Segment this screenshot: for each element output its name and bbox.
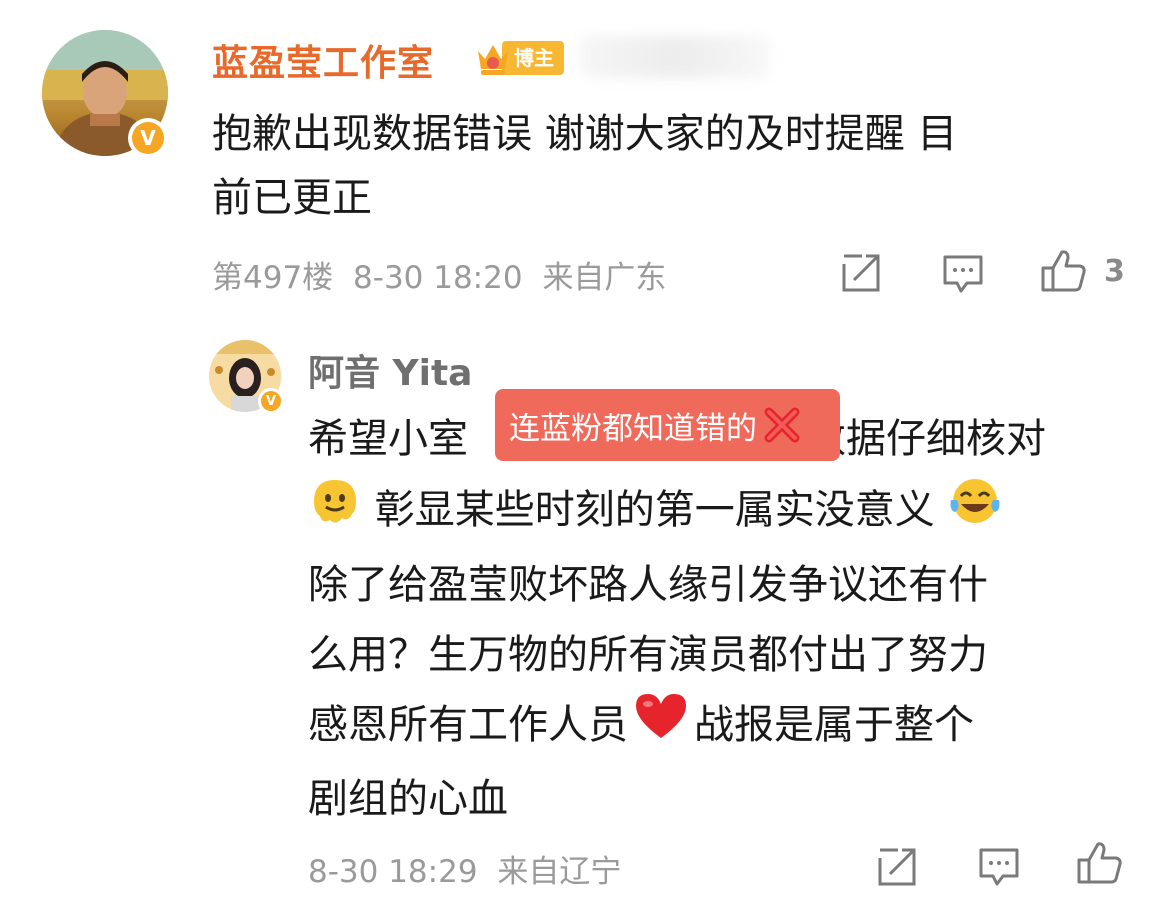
- reply-text-line: 彰显某些时刻的第一属实没意义: [308, 474, 1128, 550]
- reply-text-line: 剧组的心血: [308, 776, 508, 822]
- reply-text-segment: 希望小室: [308, 416, 468, 462]
- melting-face-emoji-icon: [308, 474, 362, 550]
- comment-icon[interactable]: [941, 253, 985, 295]
- overlay-label: 连蓝粉都知道错的: [509, 410, 757, 447]
- comment-meta: 第497楼 8-30 18:20 来自广东: [212, 252, 666, 297]
- cross-mark-icon: [763, 406, 801, 444]
- reply-time: 8-30 18:29: [308, 854, 478, 890]
- reply-text-segment: 感恩所有工作人员: [308, 702, 628, 748]
- like-count: 3: [1104, 254, 1125, 289]
- like-icon[interactable]: [1076, 840, 1124, 886]
- verified-badge-icon: V: [128, 118, 168, 158]
- crown-icon: [474, 39, 508, 77]
- comment-text: 抱歉出现数据错误 谢谢大家的及时提醒 目 前已更正: [212, 102, 1112, 230]
- reply-text-segment: 数据仔细核对: [806, 416, 1046, 462]
- reply-username[interactable]: 阿音 Yita: [308, 344, 472, 396]
- annotation-overlay: 连蓝粉都知道错的: [495, 389, 840, 461]
- reply-text-line: 么用？生万物的所有演员都付出了努力: [308, 632, 988, 678]
- share-icon[interactable]: [876, 846, 918, 888]
- comment-text-line: 前已更正: [212, 175, 372, 221]
- reply-meta: 8-30 18:29 来自辽宁: [308, 846, 621, 891]
- blurred-region: [580, 36, 770, 78]
- reply-text-line: 感恩所有工作人员 战报是属于整个: [308, 690, 1128, 764]
- blogger-badge: 博主: [474, 38, 564, 78]
- reply-text: 希望小室 数据仔细核对 彰显某些时刻的第一属实没意义 除了给盈莹败坏路人缘引发争议…: [308, 404, 1128, 834]
- author-name[interactable]: 蓝盈莹工作室: [212, 34, 434, 86]
- like-icon[interactable]: [1040, 248, 1088, 294]
- share-icon[interactable]: [840, 252, 882, 294]
- comment-icon[interactable]: [977, 846, 1021, 888]
- floor-number: 第497楼: [212, 260, 334, 296]
- tears-of-joy-emoji-icon: [947, 474, 1003, 550]
- verified-badge-icon: V: [258, 388, 284, 414]
- reply-text-line: 除了给盈莹败坏路人缘引发争议还有什: [308, 562, 988, 608]
- reply-text-segment: 彰显某些时刻的第一属实没意义: [374, 487, 935, 533]
- comment-text-line: 抱歉出现数据错误 谢谢大家的及时提醒 目: [212, 111, 958, 157]
- reply-text-segment: 战报是属于整个: [694, 702, 974, 748]
- comment-time: 8-30 18:20: [353, 260, 523, 296]
- comment-location: 来自广东: [542, 260, 667, 296]
- reply-location: 来自辽宁: [497, 854, 622, 890]
- red-heart-emoji-icon: [632, 690, 690, 764]
